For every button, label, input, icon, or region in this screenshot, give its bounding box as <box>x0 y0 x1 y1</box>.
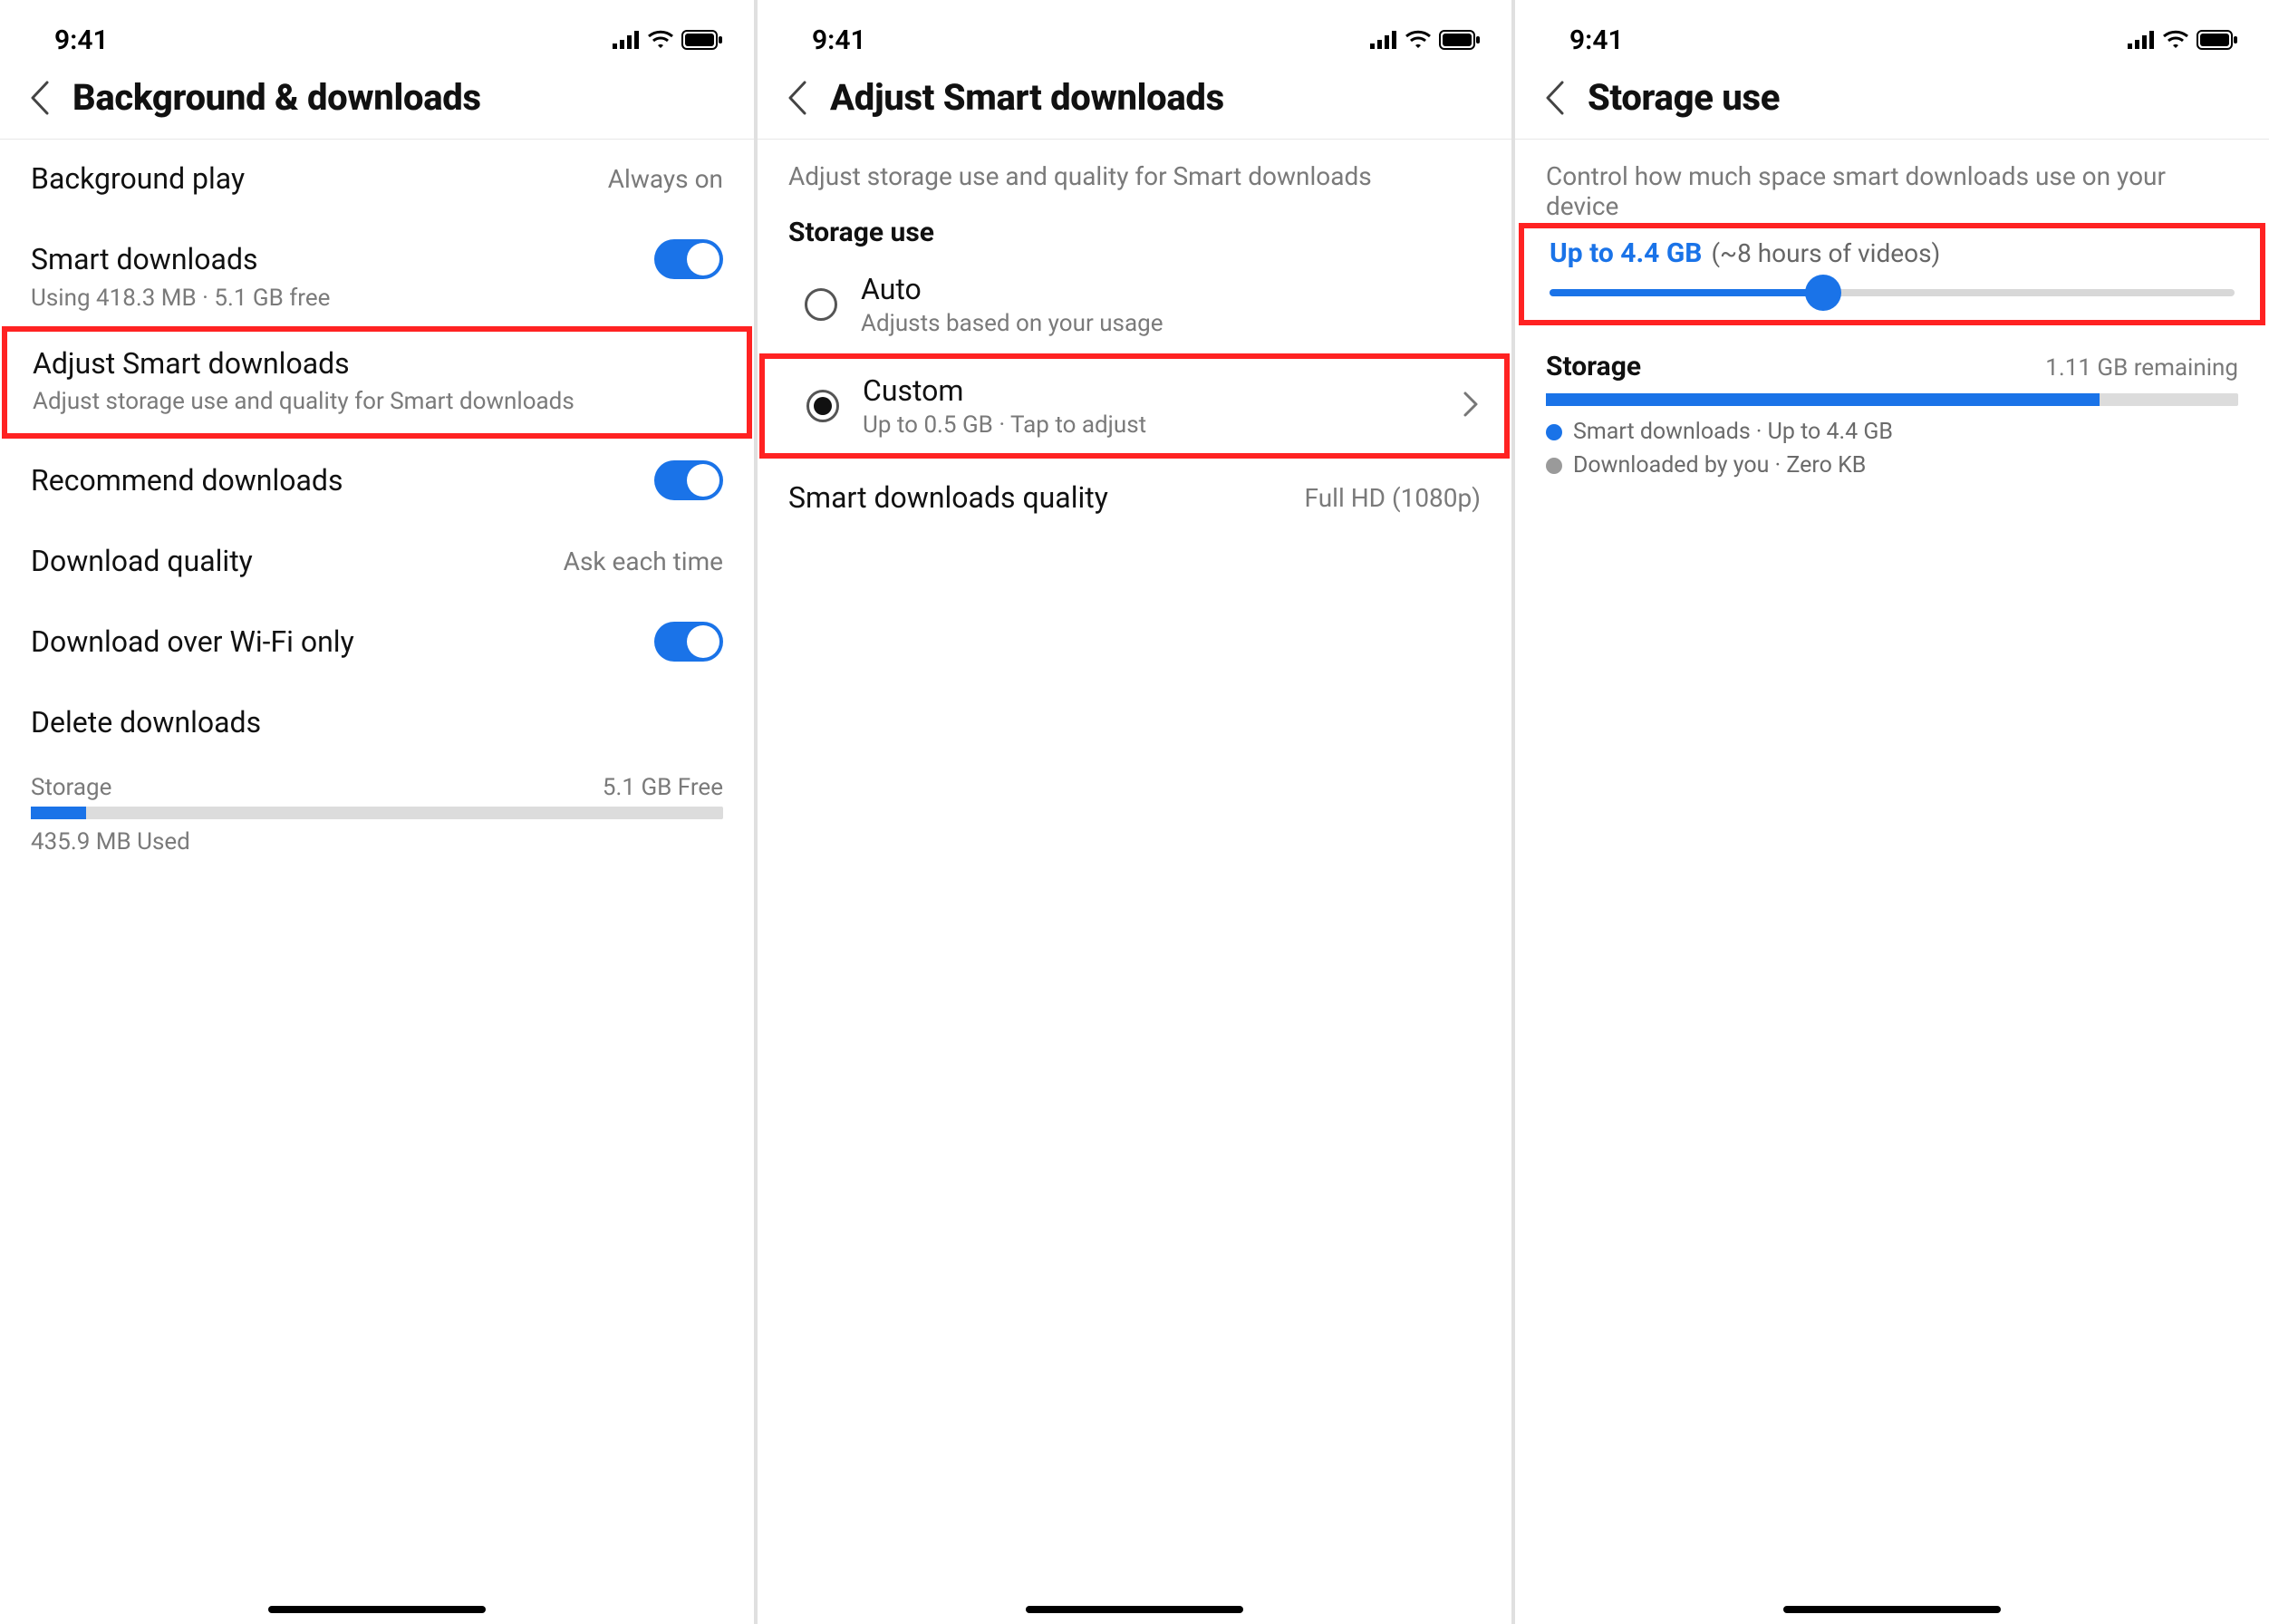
page-title: Storage use <box>1588 76 1780 119</box>
content: Control how much space smart downloads u… <box>1515 140 2269 486</box>
slider-thumb[interactable] <box>1805 275 1841 311</box>
row-label: Background play <box>31 161 245 196</box>
legend-text: Smart downloads · Up to 4.4 GB <box>1573 419 1893 445</box>
storage-free: 5.1 GB Free <box>603 774 723 801</box>
dot-icon <box>1546 424 1562 440</box>
radio-custom[interactable]: Custom Up to 0.5 GB · Tap to adjust <box>765 359 1504 453</box>
radio-auto[interactable]: Auto Adjusts based on your usage <box>758 256 1511 353</box>
chevron-right-icon <box>1463 391 1479 421</box>
radio-label: Auto <box>861 272 1481 306</box>
page-desc: Control how much space smart downloads u… <box>1515 140 2269 223</box>
wifi-only-toggle[interactable] <box>654 622 723 662</box>
row-smart-quality[interactable]: Smart downloads quality Full HD (1080p) <box>758 459 1511 536</box>
slider-label: Up to 4.4 GB (~8 hours of videos) <box>1550 237 2235 269</box>
page-title: Adjust Smart downloads <box>830 76 1224 119</box>
content: Background play Always on Smart download… <box>0 140 754 856</box>
status-bar: 9:41 <box>1515 0 2269 63</box>
radio-sub: Adjusts based on your usage <box>861 310 1481 337</box>
storage-bar <box>31 807 723 819</box>
radio-icon-selected <box>806 390 839 422</box>
row-label: Recommend downloads <box>31 463 343 498</box>
radio-label: Custom <box>863 373 1439 408</box>
radio-sub: Up to 0.5 GB · Tap to adjust <box>863 411 1439 439</box>
slider-value: Up to 4.4 GB <box>1550 237 1702 269</box>
storage-bar <box>1546 393 2238 406</box>
page-desc: Adjust storage use and quality for Smart… <box>758 140 1511 200</box>
status-time: 9:41 <box>812 24 866 56</box>
status-right <box>2128 30 2238 50</box>
home-indicator[interactable] <box>1783 1606 2001 1613</box>
battery-icon <box>2197 30 2238 50</box>
cellular-icon <box>1370 31 1397 49</box>
storage-slider[interactable] <box>1550 289 2235 296</box>
row-download-quality[interactable]: Download quality Ask each time <box>0 522 754 600</box>
row-label: Smart downloads <box>31 242 258 276</box>
row-sub: Using 418.3 MB · 5.1 GB free <box>31 285 330 312</box>
status-time: 9:41 <box>1569 24 1624 56</box>
storage-heading: Storage 1.11 GB remaining <box>1515 325 2269 390</box>
back-button[interactable] <box>25 83 54 112</box>
status-time: 9:41 <box>54 24 109 56</box>
storage-label: Storage <box>1546 351 1641 382</box>
storage-label: Storage <box>31 774 111 801</box>
battery-icon <box>1439 30 1481 50</box>
home-indicator[interactable] <box>1026 1606 1243 1613</box>
legend-smart: Smart downloads · Up to 4.4 GB <box>1546 419 2238 445</box>
wifi-icon <box>2162 30 2189 50</box>
cellular-icon <box>2128 31 2155 49</box>
dot-icon <box>1546 458 1562 474</box>
row-label: Download quality <box>31 544 253 578</box>
row-delete-downloads[interactable]: Delete downloads <box>0 683 754 761</box>
back-button[interactable] <box>1540 83 1569 112</box>
status-right <box>613 30 723 50</box>
slider-fill <box>1550 289 1823 296</box>
radio-custom-highlight: Custom Up to 0.5 GB · Tap to adjust <box>759 353 1510 459</box>
home-indicator[interactable] <box>268 1606 486 1613</box>
slider-highlight: Up to 4.4 GB (~8 hours of videos) <box>1519 223 2265 325</box>
status-bar: 9:41 <box>0 0 754 63</box>
row-sub: Adjust storage use and quality for Smart… <box>33 388 721 415</box>
legend-text: Downloaded by you · Zero KB <box>1573 452 1866 478</box>
panel-storage-use: 9:41 Storage use Control how much space … <box>1515 0 2269 1624</box>
wifi-icon <box>647 30 674 50</box>
header: Storage use <box>1515 63 2269 140</box>
row-value: Ask each time <box>564 546 723 576</box>
section-storage-use: Storage use <box>758 200 1511 256</box>
storage-bar-fill <box>31 807 86 819</box>
back-button[interactable] <box>783 83 812 112</box>
row-background-play[interactable]: Background play Always on <box>0 140 754 218</box>
battery-icon <box>681 30 723 50</box>
smart-downloads-toggle[interactable] <box>654 239 723 279</box>
row-label: Smart downloads quality <box>788 480 1108 515</box>
storage-bar-fill <box>1546 393 2100 406</box>
wifi-icon <box>1405 30 1432 50</box>
legend-you: Downloaded by you · Zero KB <box>1546 452 2238 478</box>
row-label: Delete downloads <box>31 705 261 740</box>
recommend-downloads-toggle[interactable] <box>654 460 723 500</box>
row-recommend-downloads[interactable]: Recommend downloads <box>0 439 754 522</box>
status-bar: 9:41 <box>758 0 1511 63</box>
row-value: Always on <box>608 164 723 194</box>
panel-adjust-smart: 9:41 Adjust Smart downloads Adjust stora… <box>758 0 1511 1624</box>
content: Adjust storage use and quality for Smart… <box>758 140 1511 536</box>
row-label: Adjust Smart downloads <box>33 346 721 381</box>
slider-approx: (~8 hours of videos) <box>1711 238 1940 268</box>
row-smart-downloads[interactable]: Smart downloads <box>0 218 754 285</box>
storage-remaining: 1.11 GB remaining <box>2045 354 2238 382</box>
row-adjust-smart-highlight[interactable]: Adjust Smart downloads Adjust storage us… <box>2 326 752 439</box>
header: Adjust Smart downloads <box>758 63 1511 140</box>
row-value: Full HD (1080p) <box>1305 483 1481 513</box>
radio-icon <box>805 288 837 321</box>
cellular-icon <box>613 31 640 49</box>
header: Background & downloads <box>0 63 754 140</box>
storage-used: 435.9 MB Used <box>0 828 754 856</box>
status-right <box>1370 30 1481 50</box>
page-title: Background & downloads <box>72 76 481 119</box>
panel-background-downloads: 9:41 Background & downloads Background p… <box>0 0 754 1624</box>
storage-legend: Smart downloads · Up to 4.4 GB Downloade… <box>1515 419 2269 478</box>
row-download-wifi-only[interactable]: Download over Wi-Fi only <box>0 600 754 683</box>
row-label: Download over Wi-Fi only <box>31 624 354 659</box>
